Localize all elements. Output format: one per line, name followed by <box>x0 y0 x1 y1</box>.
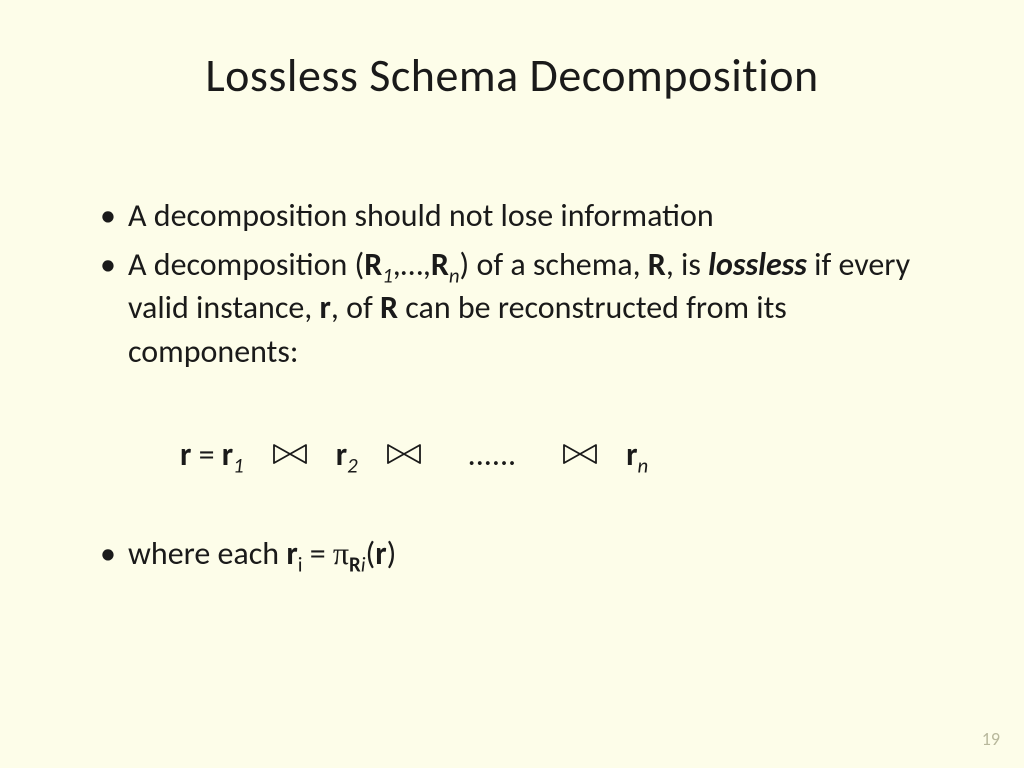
b3-pi: π <box>333 535 349 571</box>
b3-rarg: r <box>375 534 386 573</box>
bullet-1: A decomposition should not lose informat… <box>100 194 964 237</box>
b3-eq: = <box>302 534 332 573</box>
bowtie-icon <box>272 443 308 465</box>
b2-mid2: ) of a schema, <box>460 245 648 284</box>
bowtie-icon <box>562 443 598 465</box>
f-r2: r <box>336 435 347 474</box>
b3-close: ) <box>387 534 397 573</box>
b2-rsch: R <box>648 245 666 284</box>
f-r2-seg: r2 <box>336 435 358 474</box>
bullet-2: A decomposition (R1,…,Rn) of a schema, R… <box>100 243 964 373</box>
f-r: r <box>180 435 191 474</box>
b2-mid1: ,…, <box>393 245 431 284</box>
f-r1: r <box>222 435 233 474</box>
b2-sub1: 1 <box>382 263 393 289</box>
f-eq: = <box>191 435 221 474</box>
bullet-3: where each ri = πRi(r) <box>100 532 964 575</box>
b3-pisub: Ri <box>349 551 366 577</box>
f-dots: ...... <box>468 435 516 474</box>
b2-lossless: lossless <box>708 245 807 284</box>
f-rn: r <box>626 435 637 474</box>
f-rn-seg: rn <box>626 435 648 474</box>
b2-mid5: , of <box>331 288 380 327</box>
f-s2: 2 <box>347 452 358 478</box>
b2-pre: A decomposition ( <box>128 245 364 284</box>
b3-open: ( <box>366 534 376 573</box>
b2-rinst: r <box>320 288 331 327</box>
bullet-list-2: where each ri = πRi(r) <box>60 532 964 575</box>
bullet-list: A decomposition should not lose informat… <box>60 194 964 373</box>
slide-title: Lossless Schema Decomposition <box>60 48 964 104</box>
b2-r1: R <box>364 245 382 284</box>
b2-rn: R <box>431 245 449 284</box>
b2-subn: n <box>449 263 460 289</box>
formula: r = r1 r2 ...... rn <box>60 435 964 474</box>
f-s1: 1 <box>233 452 244 478</box>
bowtie-icon <box>386 443 422 465</box>
b3-ri: r <box>286 534 297 573</box>
f-sn: n <box>637 452 648 478</box>
slide: Lossless Schema Decomposition A decompos… <box>0 0 1024 768</box>
b3-Ri: R <box>349 551 361 577</box>
page-number: 19 <box>982 728 1000 750</box>
b2-rsch2: R <box>380 288 398 327</box>
formula-req: r = r1 <box>180 435 244 474</box>
bullet-1-text: A decomposition should not lose informat… <box>128 196 714 235</box>
b3-pre: where each <box>128 534 286 573</box>
b2-mid3: , is <box>666 245 708 284</box>
